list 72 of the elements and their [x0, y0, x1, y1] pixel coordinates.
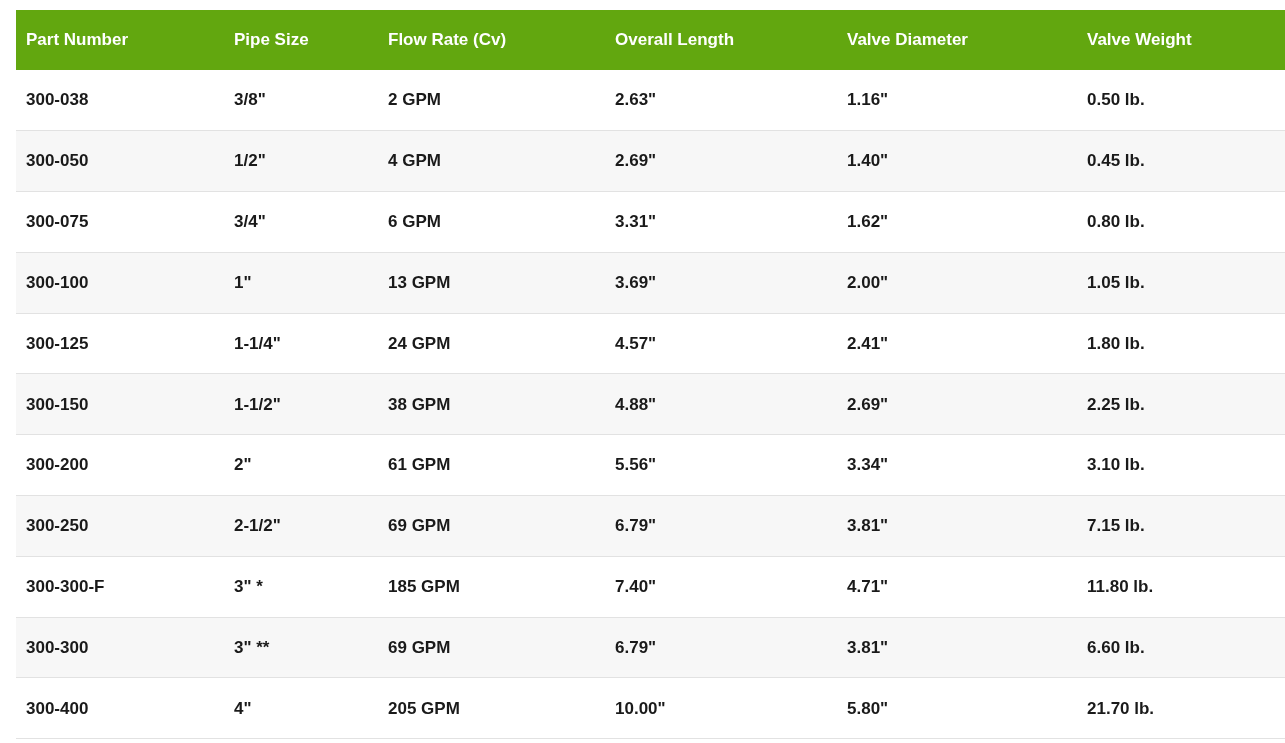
- table-cell: 3.10 lb.: [1077, 434, 1285, 496]
- table-cell: 300-125: [16, 313, 224, 374]
- table-cell: 6.79": [605, 495, 837, 557]
- table-cell: 0.80 lb.: [1077, 191, 1285, 253]
- table-cell: 0.45 lb.: [1077, 130, 1285, 192]
- table-cell: 2 GPM: [378, 70, 605, 131]
- table-cell: 69 GPM: [378, 495, 605, 557]
- table-cell: 2.63": [605, 70, 837, 131]
- table-cell: 4.57": [605, 313, 837, 374]
- table-cell: 38 GPM: [378, 374, 605, 435]
- table-cell: 11.80 lb.: [1077, 556, 1285, 618]
- table-cell: 7.40": [605, 556, 837, 618]
- column-header: Valve Diameter: [837, 10, 1077, 70]
- table-cell: 10.00": [605, 677, 837, 739]
- table-cell: 300-150: [16, 374, 224, 435]
- table-cell: 1.16": [837, 70, 1077, 131]
- table-cell: 300-100: [16, 252, 224, 314]
- column-header: Part Number: [16, 10, 224, 70]
- table-cell: 4 GPM: [378, 130, 605, 192]
- table-cell: 300-300: [16, 617, 224, 678]
- table-cell: 3/4": [224, 191, 378, 253]
- column-header: Pipe Size: [224, 10, 378, 70]
- table-cell: 3.81": [837, 617, 1077, 678]
- table-cell: 205 GPM: [378, 677, 605, 739]
- table-cell: 3/8": [224, 70, 378, 131]
- table-cell: 21.70 lb.: [1077, 677, 1285, 739]
- table-cell: 3.31": [605, 191, 837, 253]
- table-cell: 2-1/2": [224, 495, 378, 557]
- table-cell: 6.60 lb.: [1077, 617, 1285, 678]
- table-cell: 1": [224, 252, 378, 314]
- table-cell: 300-038: [16, 70, 224, 131]
- table-cell: 2.69": [837, 374, 1077, 435]
- table-cell: 13 GPM: [378, 252, 605, 314]
- column-header: Overall Length: [605, 10, 837, 70]
- table-cell: 1-1/2": [224, 374, 378, 435]
- table-cell: 3.34": [837, 434, 1077, 496]
- table-cell: 1-1/4": [224, 313, 378, 374]
- table-cell: 185 GPM: [378, 556, 605, 618]
- table-cell: 300-250: [16, 495, 224, 557]
- table-cell: 1.62": [837, 191, 1077, 253]
- table-cell: 24 GPM: [378, 313, 605, 374]
- table-cell: 2.00": [837, 252, 1077, 314]
- table-cell: 4.71": [837, 556, 1077, 618]
- table-cell: 300-300-F: [16, 556, 224, 618]
- table-cell: 1.40": [837, 130, 1077, 192]
- table-cell: 4.88": [605, 374, 837, 435]
- table-cell: 1.05 lb.: [1077, 252, 1285, 314]
- table-cell: 300-050: [16, 130, 224, 192]
- table-cell: 61 GPM: [378, 434, 605, 496]
- column-header: Flow Rate (Cv): [378, 10, 605, 70]
- table-cell: 2.69": [605, 130, 837, 192]
- table-cell: 69 GPM: [378, 617, 605, 678]
- table-cell: 5.56": [605, 434, 837, 496]
- table-cell: 3" *: [224, 556, 378, 618]
- table-cell: 300-075: [16, 191, 224, 253]
- table-cell: 1/2": [224, 130, 378, 192]
- table-cell: 300-400: [16, 677, 224, 739]
- table-cell: 3" **: [224, 617, 378, 678]
- table-cell: 3.81": [837, 495, 1077, 557]
- table-cell: 2": [224, 434, 378, 496]
- table-cell: 1.80 lb.: [1077, 313, 1285, 374]
- table-cell: 4": [224, 677, 378, 739]
- column-header: Valve Weight: [1077, 10, 1285, 70]
- table-cell: 6.79": [605, 617, 837, 678]
- table-cell: 5.80": [837, 677, 1077, 739]
- table-cell: 2.25 lb.: [1077, 374, 1285, 435]
- table-cell: 3.69": [605, 252, 837, 314]
- table-cell: 7.15 lb.: [1077, 495, 1285, 557]
- table-cell: 0.50 lb.: [1077, 70, 1285, 131]
- table-cell: 2.41": [837, 313, 1077, 374]
- table-cell: 6 GPM: [378, 191, 605, 253]
- table-cell: 300-200: [16, 434, 224, 496]
